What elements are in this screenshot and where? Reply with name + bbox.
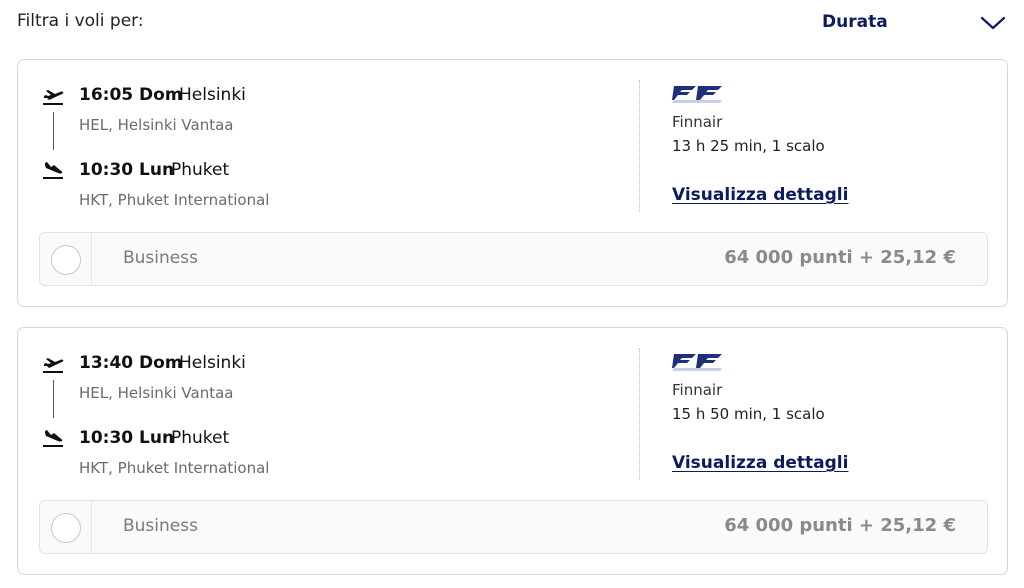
route-line xyxy=(53,380,54,418)
filter-label: Filtra i voli per: xyxy=(17,11,144,31)
view-details-link[interactable]: Visualizza dettagli xyxy=(672,453,848,473)
filter-bar: Filtra i voli per: Durata xyxy=(0,0,1024,46)
fare-option[interactable]: Business 64 000 punti + 25,12 € xyxy=(39,232,988,286)
flight-card: 16:05 Dom Helsinki HEL, Helsinki Vantaa … xyxy=(17,59,1008,307)
airline-name: Finnair xyxy=(672,381,723,399)
arrival-airport: HKT, Phuket International xyxy=(79,191,270,209)
fare-radio[interactable] xyxy=(51,245,81,275)
dotted-divider xyxy=(639,348,640,480)
fare-radio[interactable] xyxy=(51,513,81,543)
fare-price: 64 000 punti + 25,12 € xyxy=(724,247,956,268)
plane-landing-icon xyxy=(43,430,63,447)
arrival-time: 10:30 Lun xyxy=(79,160,175,180)
departure-city: Helsinki xyxy=(179,85,246,105)
dotted-divider xyxy=(639,80,640,212)
radio-cell xyxy=(40,501,92,553)
plane-landing-icon xyxy=(43,162,63,179)
route-line xyxy=(53,112,54,150)
chevron-down-icon xyxy=(980,16,1006,30)
finnair-logo-icon xyxy=(672,86,722,103)
flight-duration: 15 h 50 min, 1 scalo xyxy=(672,405,825,423)
airline-name: Finnair xyxy=(672,113,723,131)
plane-takeoff-icon xyxy=(43,358,64,373)
sort-value: Durata xyxy=(822,12,888,32)
fare-option[interactable]: Business 64 000 punti + 25,12 € xyxy=(39,500,988,554)
arrival-time: 10:30 Lun xyxy=(79,428,175,448)
plane-takeoff-icon xyxy=(43,90,64,105)
fare-class: Business xyxy=(123,248,198,268)
fare-class: Business xyxy=(123,516,198,536)
departure-city: Helsinki xyxy=(179,353,246,373)
arrival-city: Phuket xyxy=(171,160,230,180)
radio-cell xyxy=(40,233,92,285)
arrival-airport: HKT, Phuket International xyxy=(79,459,270,477)
flight-duration: 13 h 25 min, 1 scalo xyxy=(672,137,825,155)
finnair-logo-icon xyxy=(672,354,722,371)
departure-time: 16:05 Dom xyxy=(79,85,183,105)
flight-card: 13:40 Dom Helsinki HEL, Helsinki Vantaa … xyxy=(17,327,1008,575)
departure-airport: HEL, Helsinki Vantaa xyxy=(79,384,234,402)
departure-airport: HEL, Helsinki Vantaa xyxy=(79,116,234,134)
arrival-city: Phuket xyxy=(171,428,230,448)
view-details-link[interactable]: Visualizza dettagli xyxy=(672,185,848,205)
fare-price: 64 000 punti + 25,12 € xyxy=(724,515,956,536)
departure-time: 13:40 Dom xyxy=(79,353,183,373)
sort-dropdown[interactable]: Durata xyxy=(800,6,1010,40)
